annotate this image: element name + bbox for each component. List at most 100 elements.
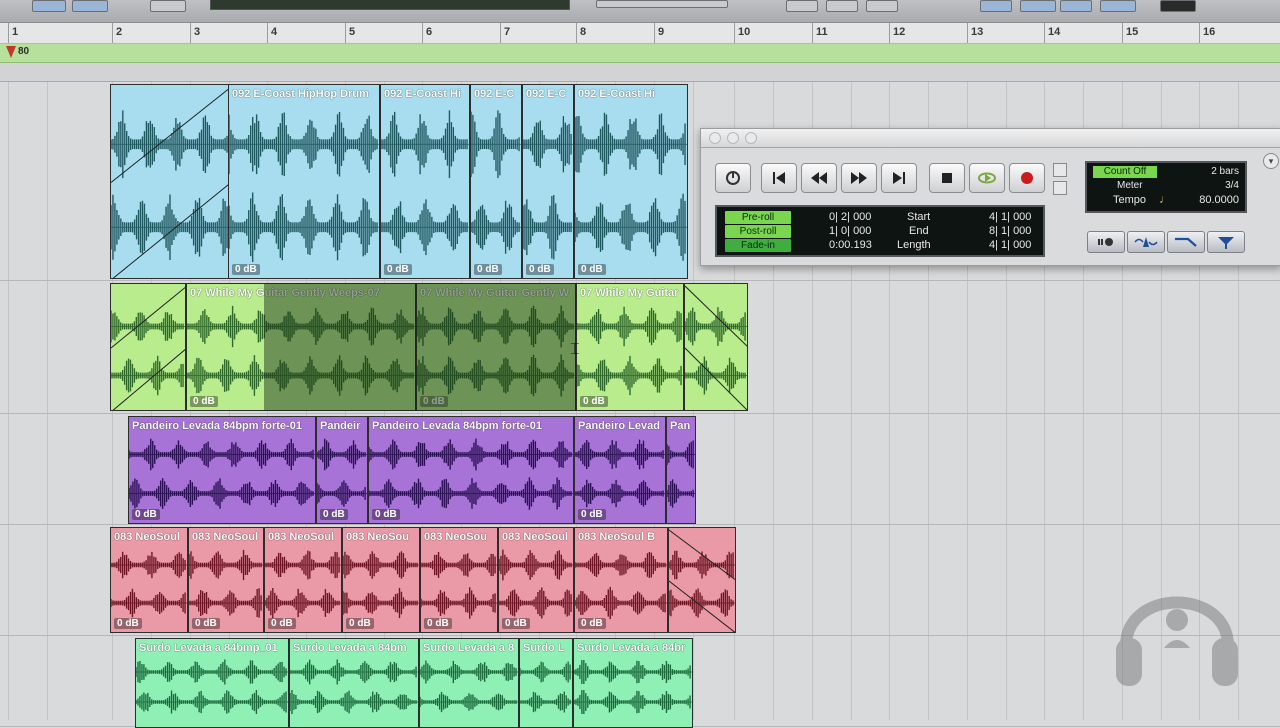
clip-gain[interactable]: 0 dB	[268, 618, 296, 629]
clip-gain[interactable]: 0 dB	[132, 509, 160, 520]
clip-gain[interactable]: 0 dB	[232, 264, 260, 275]
audio-clip[interactable]	[684, 283, 748, 411]
audio-clip[interactable]: Surdo Levada a 84br	[573, 638, 693, 728]
clip-gain[interactable]: 0 dB	[580, 396, 608, 407]
count-off-toggle[interactable]: Count Off	[1093, 166, 1157, 178]
fade-curve[interactable]	[111, 284, 186, 411]
clip-gain[interactable]: 0 dB	[578, 509, 606, 520]
close-window-icon[interactable]	[709, 132, 721, 144]
zoom-window-icon[interactable]	[745, 132, 757, 144]
fade-curve[interactable]	[669, 528, 736, 633]
audio-clip[interactable]: 092 E-C 0 dB	[470, 84, 522, 279]
pre-roll-toggle[interactable]: Pre-roll	[725, 211, 791, 224]
toolbar-button[interactable]	[1060, 0, 1092, 12]
marker-ruler[interactable]	[0, 63, 1280, 82]
audio-clip[interactable]: Pandeiro Levad 0 dB	[574, 416, 666, 524]
fade-in-value[interactable]: 0:00.193	[829, 239, 872, 251]
track-lane[interactable]: 07 While My Guitar Gently Weeps-07 0 dB 07…	[0, 281, 1280, 414]
chevron-down-icon[interactable]: ▾	[1263, 153, 1279, 169]
clip-gain[interactable]: 0 dB	[420, 396, 448, 407]
tempo-value-field[interactable]: 80.0000	[1199, 194, 1239, 206]
fade-curve[interactable]	[111, 85, 230, 279]
clip-gain[interactable]: 0 dB	[384, 264, 412, 275]
audio-clip[interactable]: 083 NeoSoul 0 dB	[188, 527, 264, 633]
bars-ruler[interactable]: 1 2 3 4 5 6 7 8 9 10 11 12 13 14 15 16	[0, 23, 1280, 66]
track-lane[interactable]: Pandeiro Levada 84bpm forte-01 0 dB Pandei…	[0, 414, 1280, 525]
toolbar-button[interactable]	[980, 0, 1012, 12]
audio-clip[interactable]: 07 While My Guitar 0 dB	[576, 283, 684, 411]
audio-clip[interactable]: Surdo Levada a 8	[419, 638, 519, 728]
clip-gain[interactable]: 0 dB	[320, 509, 348, 520]
audio-clip[interactable]: Pandeiro Levada 84bpm forte-01 0 dB	[128, 416, 316, 524]
audio-clip[interactable]	[110, 283, 186, 411]
midi-merge-button[interactable]	[1167, 231, 1205, 253]
audio-clip[interactable]: 083 NeoSoul B 0 dB	[574, 527, 668, 633]
audio-clip[interactable]: 092 E-Coast Hi 0 dB	[380, 84, 470, 279]
audio-clip[interactable]	[668, 527, 736, 633]
audio-clip[interactable]	[110, 84, 230, 279]
toolbar-field[interactable]	[596, 0, 728, 8]
transport-titlebar[interactable]	[701, 129, 1280, 148]
audio-clip[interactable]: 083 NeoSou 0 dB	[342, 527, 420, 633]
audio-clip[interactable]: 083 NeoSoul 0 dB	[498, 527, 574, 633]
go-to-end-button[interactable]	[881, 163, 917, 193]
toolbar-button[interactable]	[866, 0, 898, 12]
clip-gain[interactable]: 0 dB	[526, 264, 554, 275]
clip-gain[interactable]: 0 dB	[114, 618, 142, 629]
option-toggle[interactable]	[1053, 181, 1067, 195]
pre-roll-value[interactable]: 0| 2| 000	[829, 211, 871, 223]
audio-clip[interactable]: 083 NeoSou 0 dB	[420, 527, 498, 633]
audio-clip[interactable]: 07 While My Guitar Gently Weeps-07 0 dB	[186, 283, 416, 411]
toolbar-button[interactable]	[826, 0, 858, 12]
option-toggle[interactable]	[1053, 163, 1067, 177]
end-value[interactable]: 8| 1| 000	[989, 225, 1031, 237]
fast-forward-button[interactable]	[841, 163, 877, 193]
metronome-button[interactable]	[1127, 231, 1165, 253]
clip-gain[interactable]: 0 dB	[372, 509, 400, 520]
return-to-zero-button[interactable]	[761, 163, 797, 193]
clip-gain[interactable]: 0 dB	[346, 618, 374, 629]
toolbar-button[interactable]	[786, 0, 818, 12]
audio-clip[interactable]: 092 E-Coast Hi 0 dB	[574, 84, 688, 279]
online-button[interactable]	[715, 163, 751, 193]
clip-gain[interactable]: 0 dB	[474, 264, 502, 275]
tempo-marker-icon[interactable]	[6, 46, 16, 58]
post-roll-value[interactable]: 1| 0| 000	[829, 225, 871, 237]
clip-gain[interactable]: 0 dB	[424, 618, 452, 629]
audio-clip[interactable]: Surdo L	[519, 638, 573, 728]
rewind-button[interactable]	[801, 163, 837, 193]
audio-clip[interactable]: Pan	[666, 416, 696, 524]
play-button[interactable]	[969, 163, 1005, 193]
audio-clip[interactable]: Pandeiro Levada 84bpm forte-01 0 dB	[368, 416, 574, 524]
toolbar-button[interactable]	[1160, 0, 1196, 12]
audio-clip[interactable]: 092 E-Coast HipHop Drum 0 dB	[228, 84, 380, 279]
conductor-button[interactable]	[1207, 231, 1245, 253]
clip-gain[interactable]: 0 dB	[578, 618, 606, 629]
audio-clip[interactable]: Surdo Levada a 84bmp_01	[135, 638, 289, 728]
toolbar-button[interactable]	[1100, 0, 1136, 12]
fade-curve[interactable]	[685, 284, 748, 411]
audio-clip[interactable]: 07 While My Guitar Gently W 0 dB	[416, 283, 576, 411]
track-lane[interactable]: Surdo Levada a 84bmp_01 Surdo Levada a 84…	[0, 636, 1280, 728]
start-value[interactable]: 4| 1| 000	[989, 211, 1031, 223]
stop-button[interactable]	[929, 163, 965, 193]
toolbar-button[interactable]	[32, 0, 66, 12]
meter-value[interactable]: 3/4	[1225, 180, 1239, 191]
audio-clip[interactable]: 083 NeoSoul 0 dB	[264, 527, 342, 633]
length-value[interactable]: 4| 1| 000	[989, 239, 1031, 251]
minimize-window-icon[interactable]	[727, 132, 739, 144]
toolbar-button[interactable]	[150, 0, 186, 12]
record-button[interactable]	[1009, 163, 1045, 193]
fade-in-toggle[interactable]: Fade-in	[725, 239, 791, 252]
wait-for-note-button[interactable]	[1087, 231, 1125, 253]
track-lane[interactable]: 083 NeoSoul 0 dB 083 NeoSoul 0 dB 083 NeoSou…	[0, 525, 1280, 636]
clip-gain[interactable]: 0 dB	[578, 264, 606, 275]
post-roll-toggle[interactable]: Post-roll	[725, 225, 791, 238]
clip-gain[interactable]: 0 dB	[502, 618, 530, 629]
audio-clip[interactable]: 092 E-C 0 dB	[522, 84, 574, 279]
toolbar-button[interactable]	[1020, 0, 1056, 12]
count-off-bars[interactable]: 2 bars	[1211, 166, 1239, 177]
toolbar-button[interactable]	[72, 0, 108, 12]
audio-clip[interactable]: 083 NeoSoul 0 dB	[110, 527, 188, 633]
clip-gain[interactable]: 0 dB	[190, 396, 218, 407]
